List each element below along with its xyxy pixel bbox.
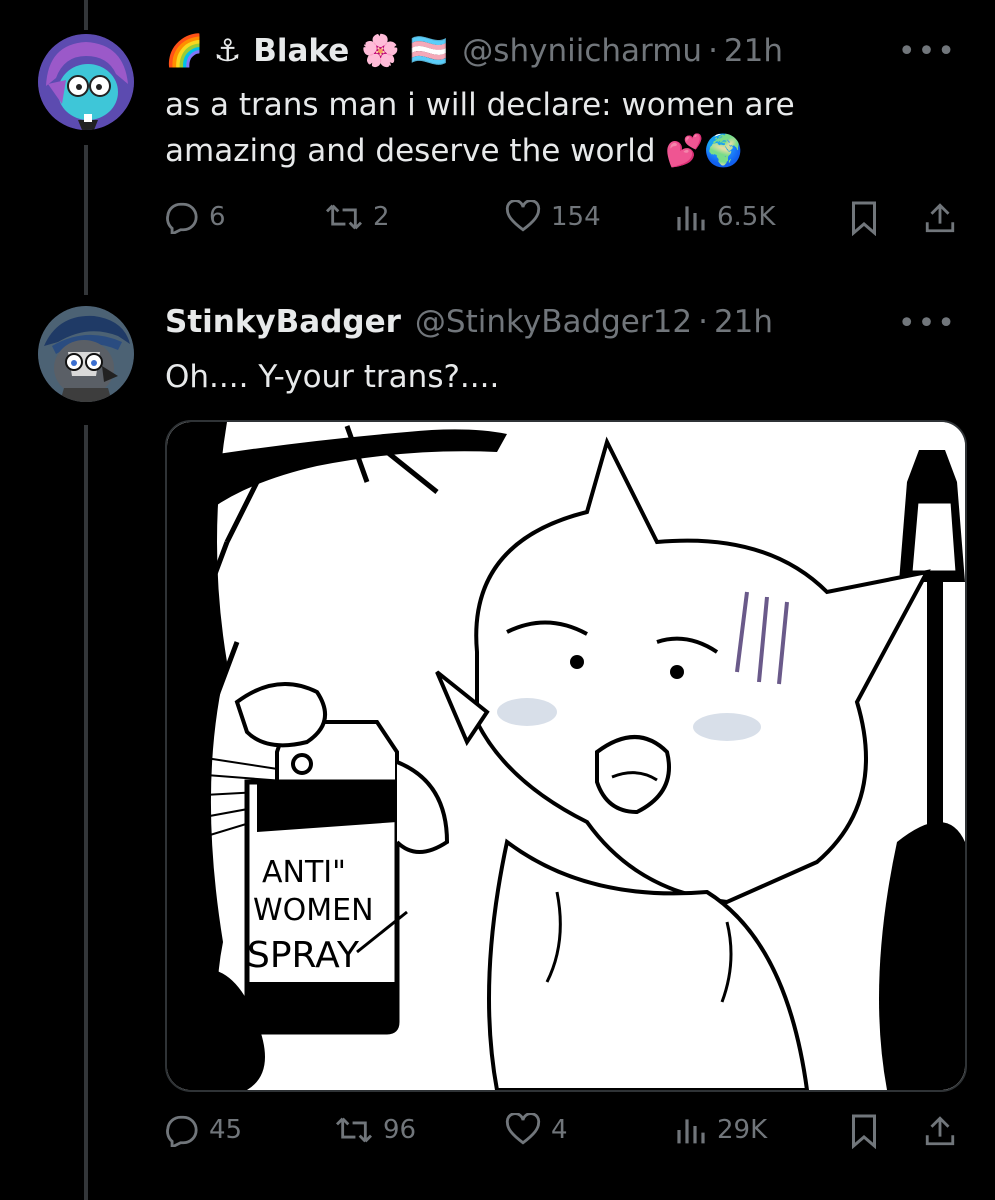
views-button[interactable]: 6.5K xyxy=(675,200,775,234)
share-icon xyxy=(925,1116,955,1146)
tweet-header: 🌈 ⚓ Blake 🌸 🏳️‍⚧️ @shyniicharmu · 21h xyxy=(165,32,783,70)
tweet-text-line: amazing and deserve the world 💕🌍 xyxy=(165,133,743,169)
reply-icon xyxy=(166,202,198,234)
prefix-emoji: 🌈 ⚓ xyxy=(165,33,242,69)
share-icon xyxy=(925,203,955,233)
like-button[interactable]: 154 xyxy=(505,200,601,234)
handle[interactable]: @shyniicharmu xyxy=(462,33,702,69)
more-options-icon[interactable]: ••• xyxy=(898,34,957,69)
display-name[interactable]: StinkyBadger xyxy=(165,304,401,340)
avatar[interactable] xyxy=(38,34,134,130)
separator-dot: · xyxy=(708,32,718,69)
view-count: 6.5K xyxy=(717,202,776,232)
reply-count: 6 xyxy=(209,202,226,232)
bookmark-icon xyxy=(852,201,876,236)
action-bar: 45 96 4 29K xyxy=(165,1113,965,1153)
view-count: 29K xyxy=(717,1115,768,1145)
repost-icon xyxy=(325,204,363,230)
timestamp[interactable]: 21h xyxy=(714,304,773,340)
views-button[interactable]: 29K xyxy=(675,1113,767,1147)
tweet-text-line: as a trans man i will declare: women are xyxy=(165,87,795,123)
tweet-header: StinkyBadger @StinkyBadger12 · 21h xyxy=(165,304,773,340)
spray-label-2: WOMEN xyxy=(253,893,374,928)
reply-count: 45 xyxy=(209,1115,243,1145)
handle[interactable]: @StinkyBadger12 xyxy=(415,304,692,340)
reply-button[interactable]: 6 xyxy=(165,200,226,234)
repost-count: 2 xyxy=(373,202,390,232)
action-bar: 6 2 154 6.5K xyxy=(165,200,965,240)
heart-icon xyxy=(505,200,541,232)
tweet-blake[interactable]: 🌈 ⚓ Blake 🌸 🏳️‍⚧️ @shyniicharmu · 21h ••… xyxy=(0,0,995,290)
avatar-image xyxy=(38,34,134,130)
display-name[interactable]: Blake xyxy=(253,33,349,69)
separator-dot: · xyxy=(698,304,708,340)
share-button[interactable] xyxy=(923,200,957,236)
spray-label-3: SPRAY xyxy=(247,935,360,976)
repost-button[interactable]: 2 xyxy=(325,200,390,234)
repost-button[interactable]: 96 xyxy=(335,1113,416,1147)
spray-label-1: ANTI" xyxy=(262,855,346,890)
tweet-text-line: Oh.... Y-your trans?.... xyxy=(165,359,500,395)
attached-image[interactable]: ANTI" WOMEN SPRAY xyxy=(165,420,967,1092)
tweet-stinkybadger[interactable]: StinkyBadger @StinkyBadger12 · 21h ••• O… xyxy=(0,290,995,1200)
avatar-image xyxy=(38,306,134,402)
bookmark-icon xyxy=(852,1114,876,1149)
like-button[interactable]: 4 xyxy=(505,1113,568,1147)
bookmark-button[interactable] xyxy=(849,1113,879,1149)
share-button[interactable] xyxy=(923,1113,957,1149)
repost-count: 96 xyxy=(383,1115,417,1145)
tweet-text: Oh.... Y-your trans?.... xyxy=(165,354,945,400)
reply-button[interactable]: 45 xyxy=(165,1113,242,1147)
name-emoji: 🌸 🏳️‍⚧️ xyxy=(361,33,449,69)
views-icon xyxy=(677,1119,705,1144)
tweet-text: as a trans man i will declare: women are… xyxy=(165,82,945,174)
reply-icon xyxy=(166,1115,198,1147)
more-options-icon[interactable]: ••• xyxy=(898,306,957,341)
heart-icon xyxy=(505,1113,541,1145)
bookmark-button[interactable] xyxy=(849,200,879,236)
views-icon xyxy=(677,206,705,231)
like-count: 154 xyxy=(551,202,601,232)
like-count: 4 xyxy=(551,1115,568,1145)
timestamp[interactable]: 21h xyxy=(724,33,783,69)
repost-icon xyxy=(335,1117,373,1143)
avatar[interactable] xyxy=(38,306,134,402)
comic-illustration: ANTI" WOMEN SPRAY xyxy=(167,422,965,1090)
